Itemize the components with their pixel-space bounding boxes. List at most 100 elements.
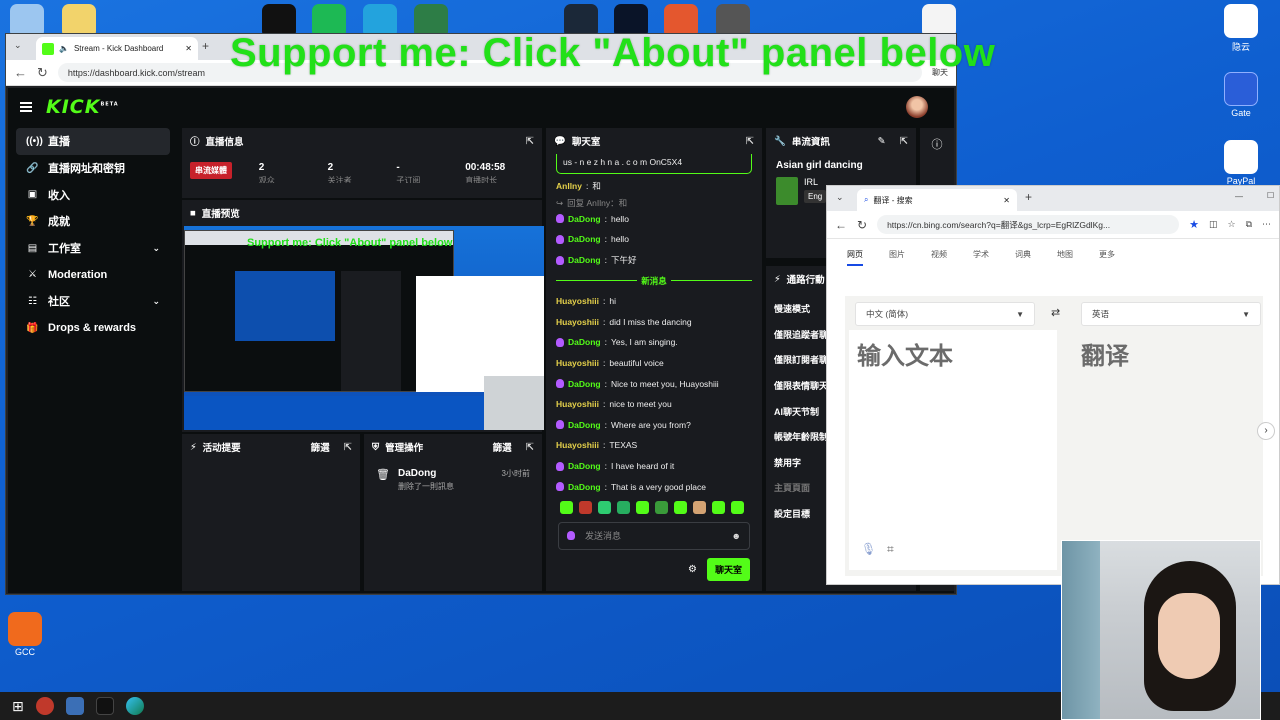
chat-message[interactable]: Huayoshiii: TEXAS — [546, 435, 762, 456]
chat-input[interactable]: 发送消息 ☻ — [558, 521, 750, 550]
chat-send-button[interactable]: 聊天室 — [706, 557, 750, 581]
chat-message[interactable]: Huayoshiii: beautiful voice — [546, 353, 762, 374]
sidebar-item-community[interactable]: ☷ 社区 ⌄ — [16, 288, 170, 315]
edge-icon[interactable] — [125, 697, 144, 715]
chat-username[interactable]: Huayoshiii — [556, 440, 599, 450]
chat-username[interactable]: Huayoshiii — [556, 358, 599, 368]
sidebar-item-url-key[interactable]: 🔗 直播网址和密钥 — [16, 155, 170, 182]
stream-preview-video[interactable]: Support me: Click "About" panel below — [184, 226, 544, 430]
chat-message[interactable]: DaDong: Yes, I am singing. — [546, 332, 762, 353]
chat-username[interactable]: DaDong — [568, 255, 601, 265]
new-tab-icon[interactable]: + — [1025, 190, 1032, 204]
back-icon[interactable]: ← — [14, 65, 27, 80]
info-circle-icon[interactable]: ⓘ — [920, 128, 954, 152]
sidebar-item-achievements[interactable]: 🏆 成就 — [16, 208, 170, 235]
swap-languages-icon[interactable]: ⇄ — [1051, 306, 1060, 319]
avatar[interactable] — [906, 96, 928, 118]
chat-username[interactable]: DaDong — [568, 234, 601, 244]
close-tab-icon[interactable]: ✕ — [185, 44, 192, 53]
favorites-icon[interactable]: ☆ — [1227, 219, 1235, 230]
emote-icon[interactable] — [693, 500, 706, 514]
emote-icon[interactable] — [636, 500, 649, 514]
microphone-icon[interactable]: 🎙 — [861, 542, 876, 556]
chat-username[interactable]: Huayoshiii — [556, 296, 599, 306]
chat-username[interactable]: AnIlny — [556, 181, 582, 191]
url-field[interactable]: https://cn.bing.com/search?q=翻译&gs_lcrp=… — [877, 215, 1180, 234]
bing-nav-item[interactable]: 地图 — [1057, 249, 1073, 266]
bing-nav-item[interactable]: 更多 — [1099, 249, 1115, 266]
emote-icon[interactable] — [731, 500, 744, 514]
reload-icon[interactable]: ↻ — [857, 218, 867, 232]
chat-username[interactable]: DaDong — [568, 482, 601, 492]
filter-button[interactable]: 篩選 — [311, 440, 330, 454]
sidebar-item-studio[interactable]: ▤ 工作室 ⌄ — [16, 235, 170, 262]
cloud-app-icon[interactable] — [1224, 4, 1258, 38]
chat-message[interactable]: DaDong: I have heard of it — [546, 456, 762, 477]
gear-icon[interactable]: ⚙ — [688, 564, 697, 575]
chat-message[interactable]: DaDong: 下午好 — [546, 250, 762, 271]
chat-message[interactable]: Huayoshiii: nice to meet you — [546, 394, 762, 415]
camera-scan-icon[interactable]: ⌗ — [887, 542, 894, 557]
sidebar-item-moderation[interactable]: ⚔ Moderation — [16, 261, 170, 288]
more-icon[interactable]: ⋯ — [1262, 219, 1271, 230]
back-icon[interactable]: ← — [835, 218, 847, 232]
chat-username[interactable]: DaDong — [568, 337, 601, 347]
bing-nav-item[interactable]: 视频 — [931, 249, 947, 266]
new-tab-icon[interactable]: + — [202, 39, 209, 53]
emote-icon[interactable] — [598, 500, 611, 514]
emote-icon[interactable] — [674, 500, 687, 514]
chat-message[interactable]: Huayoshiii: hi — [546, 291, 762, 312]
chat-message[interactable]: DaDong: Nice to meet you, Huayoshiii — [546, 373, 762, 394]
chat-message[interactable]: DaDong: hello — [546, 209, 762, 230]
collections-icon[interactable]: ⧉ — [1246, 219, 1252, 230]
popout-icon[interactable]: ⇱ — [900, 136, 908, 147]
paypal-icon[interactable] — [1224, 140, 1258, 174]
start-icon[interactable]: ⊞ — [12, 698, 24, 715]
emote-icon[interactable] — [560, 500, 573, 514]
edit-icon[interactable]: ✎ — [878, 136, 886, 147]
split-screen-icon[interactable]: ◫ — [1209, 219, 1218, 230]
tiktok-icon[interactable] — [95, 697, 114, 715]
bing-nav-item[interactable]: 网页 — [847, 249, 863, 266]
target-language-select[interactable]: 英语 ▼ — [1081, 302, 1261, 326]
sidebar-item-income[interactable]: ▣ 收入 — [16, 181, 170, 208]
tab-bing-translate[interactable]: ⌕ 翻译 - 搜索 ✕ — [857, 189, 1017, 211]
taskbar-app-icon[interactable] — [35, 697, 54, 715]
popout-icon[interactable]: ⇱ — [526, 442, 534, 453]
popout-icon[interactable]: ⇱ — [526, 136, 534, 147]
chat-message[interactable]: AnIlny: 和 — [546, 176, 762, 197]
emote-icon[interactable] — [579, 500, 592, 514]
source-text-input[interactable]: 输入文本 🎙 ⌗ — [849, 330, 1057, 570]
chat-username[interactable]: Huayoshiii — [556, 317, 599, 327]
emoji-icon[interactable]: ☻ — [732, 531, 741, 541]
sidebar-item-drops[interactable]: 🎁 Drops & rewards — [16, 315, 170, 342]
chat-message[interactable]: DaDong: hello — [546, 229, 762, 250]
emote-icon[interactable] — [617, 500, 630, 514]
emote-icon[interactable] — [655, 500, 668, 514]
sidebar-item-stream[interactable]: ((•)) 直播 — [16, 128, 170, 155]
source-language-select[interactable]: 中文 (简体) ▼ — [855, 302, 1035, 326]
chat-username[interactable]: DaDong — [568, 461, 601, 471]
chat-username[interactable]: Huayoshiii — [556, 399, 599, 409]
minimize-icon[interactable]: — — [1235, 192, 1243, 201]
taskbar-app-icon[interactable] — [65, 697, 84, 715]
kick-logo[interactable]: KICKBETA — [46, 96, 119, 118]
chat-username[interactable]: DaDong — [568, 420, 601, 430]
chat-message[interactable]: DaDong: That is a very good place — [546, 476, 762, 497]
bing-nav-item[interactable]: 学术 — [973, 249, 989, 266]
tab-list-icon[interactable]: ⌄ — [836, 192, 844, 203]
star-icon[interactable]: ★ — [1189, 218, 1199, 231]
gate-icon[interactable] — [1224, 72, 1258, 106]
menu-icon[interactable] — [20, 102, 32, 112]
bing-nav-item[interactable]: 图片 — [889, 249, 905, 266]
popout-icon[interactable]: ⇱ — [746, 136, 754, 147]
tab-kick-dashboard[interactable]: 🔈 Stream - Kick Dashboard ✕ — [36, 37, 198, 60]
gcc-icon[interactable] — [8, 612, 42, 646]
popout-icon[interactable]: ⇱ — [344, 442, 352, 453]
bing-nav-item[interactable]: 词典 — [1015, 249, 1031, 266]
filter-button[interactable]: 篩選 — [493, 440, 512, 454]
maximize-icon[interactable]: ☐ — [1267, 191, 1274, 200]
chat-username[interactable]: DaDong — [568, 214, 601, 224]
chat-username[interactable]: DaDong — [568, 379, 601, 389]
emote-icon[interactable] — [712, 500, 725, 514]
